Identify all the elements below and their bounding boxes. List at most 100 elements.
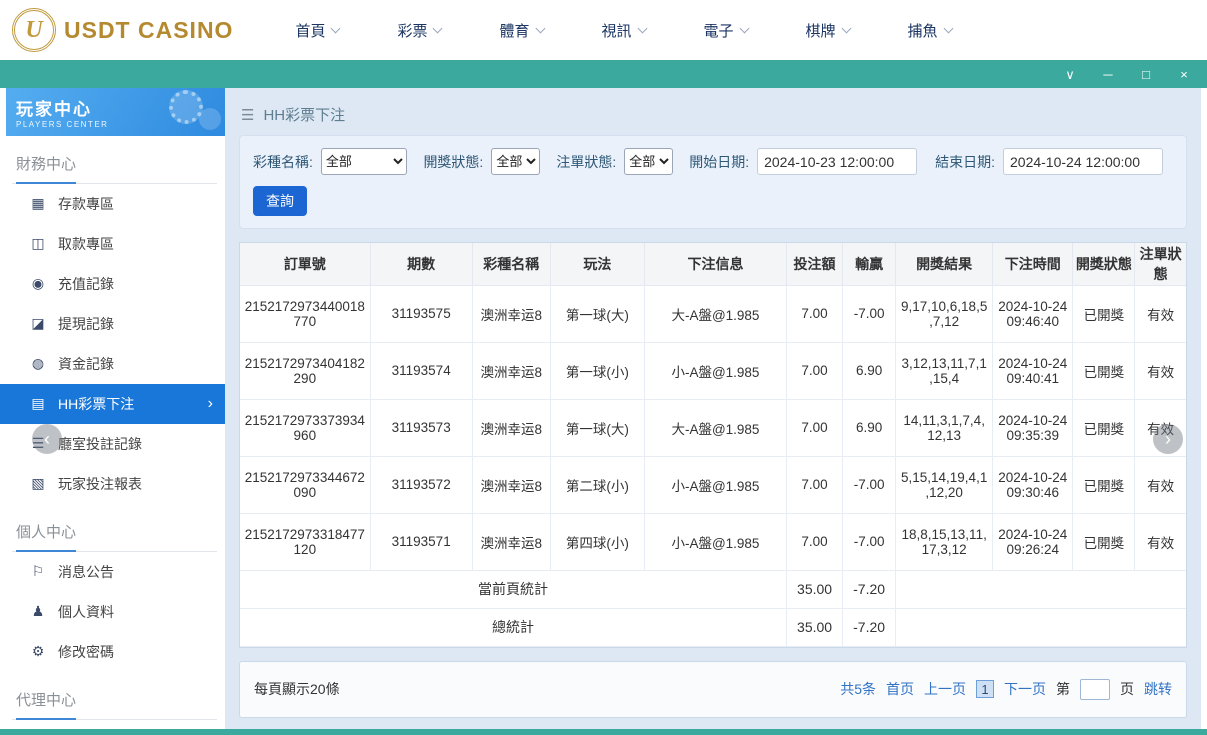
- table-cell: 7.00: [786, 455, 844, 514]
- next-page-link[interactable]: 下一页: [1004, 679, 1046, 699]
- search-button[interactable]: 查詢: [253, 186, 307, 216]
- start-date-input[interactable]: [757, 148, 918, 175]
- end-date-input[interactable]: [1003, 148, 1163, 175]
- summary-bet-total: 35.00: [786, 569, 844, 609]
- sidebar-item-label: 充值記錄: [58, 276, 114, 292]
- table-cell: 31193574: [369, 341, 473, 400]
- column-header: 注單狀態: [1134, 243, 1186, 286]
- breadcrumb: ☰ HH彩票下注: [239, 88, 1187, 135]
- order-status-select[interactable]: 全部: [624, 148, 674, 175]
- sidebar-item-label: 取款專區: [58, 236, 114, 252]
- table-cell: 澳洲幸运8: [471, 455, 551, 514]
- sidebar-item-change-password[interactable]: ⚙ 修改密碼: [6, 632, 225, 672]
- section-title-text: 個人中心: [16, 521, 77, 552]
- report-icon: ▧: [31, 476, 45, 492]
- summary-empty: [895, 569, 1186, 609]
- table-cell: 2152172973344672090: [240, 455, 371, 514]
- sidebar-item-hh-lottery-bets[interactable]: ▤ HH彩票下注 ›: [0, 384, 225, 424]
- coins-icon: ◍: [31, 356, 45, 372]
- table-cell: 已開獎: [1072, 512, 1136, 571]
- table-cell: 2024-10-24 09:30:46: [992, 455, 1074, 514]
- nav-item-home[interactable]: 首頁: [295, 20, 341, 41]
- window-body: 玩家中心 PLAYERS CENTER 財務中心 ▦ 存款專區 ◫ 取款專區 ◉ 充值記錄 ◪…: [0, 88, 1207, 729]
- table-cell: -7.00: [842, 512, 897, 571]
- column-header: 訂單號: [240, 243, 371, 286]
- column-header: 期數: [369, 243, 473, 286]
- nav-item-label: 彩票: [397, 22, 428, 40]
- sidebar-item-profile[interactable]: ♟ 個人資料: [6, 592, 225, 632]
- nav-item-fishing[interactable]: 捕魚: [907, 20, 954, 41]
- app-logo[interactable]: U USDT CASINO: [12, 8, 233, 52]
- sidebar-item-deposit[interactable]: ▦ 存款專區: [6, 184, 225, 224]
- nav-item-lottery[interactable]: 彩票: [397, 20, 443, 41]
- table-cell: 18,8,15,13,11,17,3,12: [895, 512, 994, 571]
- pagination: 共5条 首页 上一页 1 下一页 第 页 跳转: [840, 678, 1172, 700]
- table-header: 訂單號 期數 彩種名稱 玩法 下注信息 投注額 輸贏 開獎結果 下注時間 開獎狀態 注單狀態: [240, 243, 1186, 286]
- current-page-indicator[interactable]: 1: [976, 680, 994, 698]
- table-cell: 有效: [1134, 284, 1186, 343]
- chevron-right-icon: ›: [207, 395, 213, 412]
- sidebar-item-player-bet-report[interactable]: ▧ 玩家投注報表: [6, 464, 225, 504]
- table-cell: 2152172973440018770: [240, 284, 371, 343]
- window-dropdown-icon[interactable]: ∨: [1063, 68, 1077, 81]
- sidebar-item-withdraw[interactable]: ◫ 取款專區: [6, 224, 225, 264]
- nav-item-video[interactable]: 視訊: [602, 20, 647, 41]
- nav-item-label: 棋牌: [805, 22, 836, 40]
- table-cell: 2024-10-24 09:35:39: [992, 398, 1074, 457]
- table-cell: 14,11,3,1,7,4,12,13: [895, 398, 994, 457]
- sidebar-item-announcements[interactable]: ⚐ 消息公告: [6, 552, 225, 592]
- table-footer: 每頁顯示20條 共5条 首页 上一页 1 下一页 第 页 跳转: [239, 660, 1187, 718]
- summary-label: 總統計: [240, 607, 788, 647]
- table-cell: 小-A盤@1.985: [643, 455, 788, 514]
- table-cell: 小-A盤@1.985: [643, 341, 788, 400]
- close-button[interactable]: ×: [1177, 68, 1191, 81]
- section-title-text: 財務中心: [16, 153, 77, 184]
- bell-icon: ⚐: [31, 564, 45, 580]
- draw-status-select[interactable]: 全部: [491, 148, 541, 175]
- lottery-name-select[interactable]: 全部: [320, 148, 408, 175]
- column-header: 玩法: [549, 243, 645, 286]
- main-content: ☰ HH彩票下注 彩種名稱: 全部 開獎狀態: 全部 注單狀態: 全部 開始日期…: [225, 88, 1201, 729]
- table-cell: 已開獎: [1072, 341, 1136, 400]
- hamburger-menu-icon[interactable]: ☰: [241, 106, 254, 124]
- scroll-left-button[interactable]: ‹: [32, 424, 62, 454]
- header-row: 訂單號 期數 彩種名稱 玩法 下注信息 投注額 輸贏 開獎結果 下注時間 開獎狀態 注單狀態: [240, 243, 1186, 286]
- table-cell: 第一球(小): [549, 341, 645, 400]
- sidebar-item-funds-record[interactable]: ◍ 資金記錄: [6, 344, 225, 384]
- sidebar-item-withdrawal-record[interactable]: ◪ 提現記錄: [6, 304, 225, 344]
- table-cell: 31193575: [369, 284, 473, 343]
- logo-text: USDT CASINO: [64, 16, 234, 43]
- summary-winloss-total: -7.20: [842, 607, 897, 647]
- chevron-down-icon: [943, 23, 954, 34]
- table-cell: 第四球(小): [549, 512, 645, 571]
- app-window: U USDT CASINO 首頁 彩票 體育 視訊 電子 棋牌 捕魚 ∨ ─ □ × 玩家中心 P…: [0, 0, 1207, 735]
- nav-item-label: 捕魚: [907, 22, 938, 40]
- minimize-button[interactable]: ─: [1101, 68, 1115, 81]
- wallet-icon: ◫: [31, 236, 45, 252]
- start-date-label: 開始日期:: [689, 153, 750, 170]
- table-cell: 第二球(小): [549, 455, 645, 514]
- sidebar-item-recharge-record[interactable]: ◉ 充值記錄: [6, 264, 225, 304]
- nav-item-label: 首頁: [295, 22, 326, 40]
- scroll-right-button[interactable]: ›: [1153, 424, 1183, 454]
- table-row: 2152172973404182290 31193574 澳洲幸运8 第一球(小) 小-…: [240, 341, 1186, 400]
- prev-page-link[interactable]: 上一页: [924, 679, 966, 699]
- table-cell: 澳洲幸运8: [471, 284, 551, 343]
- nav-item-sports[interactable]: 體育: [499, 20, 545, 41]
- chevron-down-icon: [739, 23, 749, 34]
- summary-label: 當前頁統計: [240, 569, 788, 609]
- page-jump-input[interactable]: [1080, 678, 1110, 700]
- lottery-name-label: 彩種名稱:: [253, 153, 313, 170]
- sidebar-section-title: 財務中心: [12, 142, 217, 184]
- jump-button[interactable]: 跳转: [1144, 679, 1172, 699]
- table-cell: 第一球(大): [549, 398, 645, 457]
- window-titlebar: ∨ ─ □ ×: [0, 60, 1207, 88]
- nav-item-chess[interactable]: 棋牌: [805, 20, 851, 41]
- nav-item-slots[interactable]: 電子: [704, 20, 749, 41]
- table-cell: 7.00: [786, 512, 844, 571]
- maximize-button[interactable]: □: [1139, 68, 1153, 81]
- top-navigation: U USDT CASINO 首頁 彩票 體育 視訊 電子 棋牌 捕魚: [0, 0, 1207, 60]
- decor-chip-icon: [169, 90, 203, 124]
- table-cell: 7.00: [786, 284, 844, 343]
- first-page-link[interactable]: 首页: [886, 679, 914, 699]
